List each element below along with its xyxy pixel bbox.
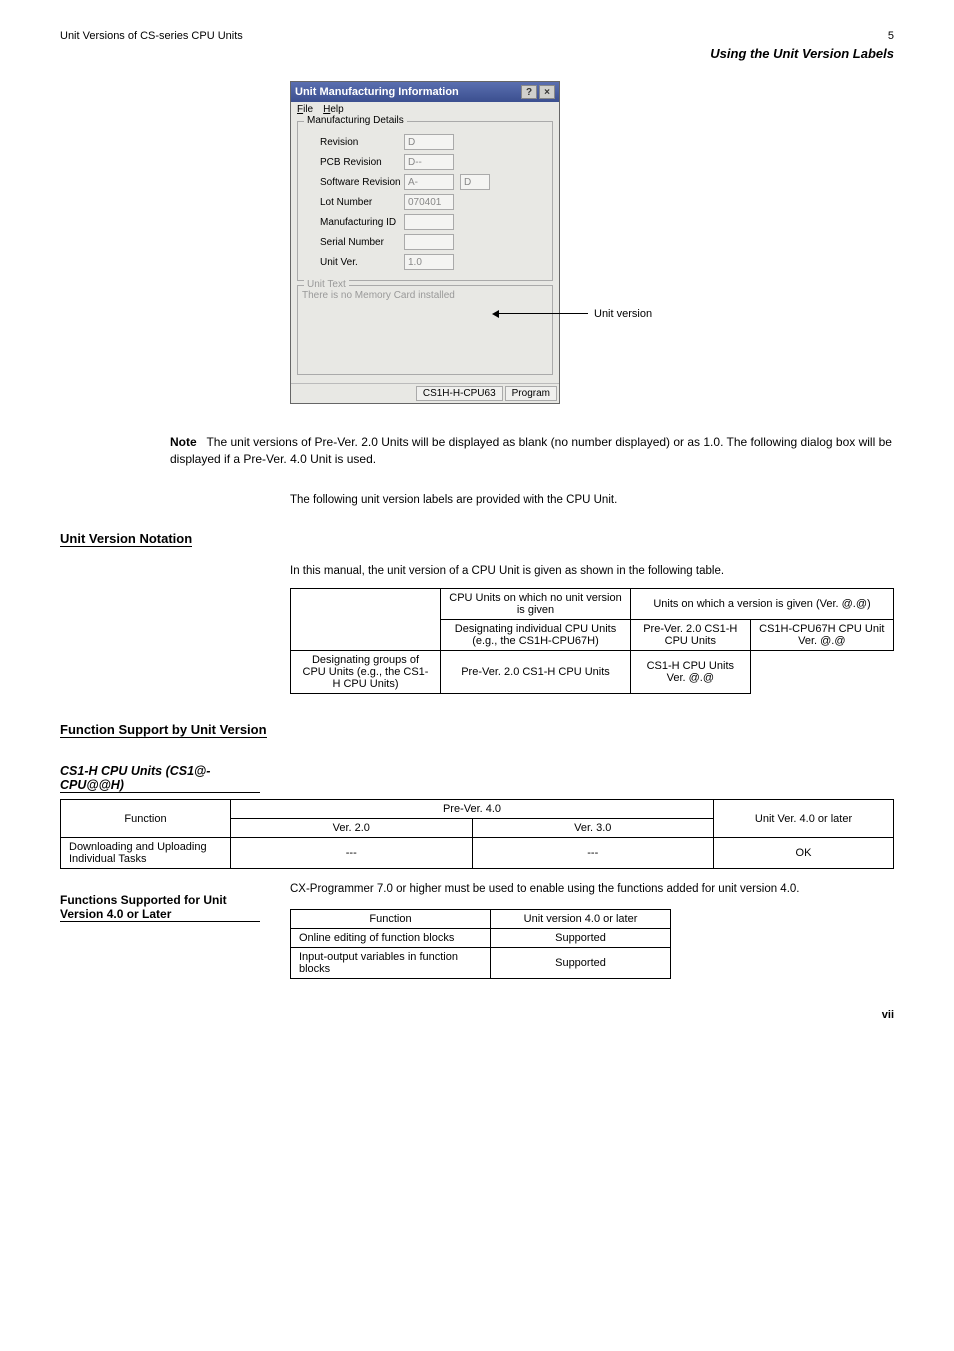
func-text-heading: Functions Supported for Unit Version 4.0… [60, 893, 260, 922]
header-left: Unit Versions of CS-series CPU Units [60, 30, 243, 42]
t2-h-v4: Unit Ver. 4.0 or later [714, 800, 894, 838]
func-sub: CS1-H CPU Units (CS1@-CPU@@H) [60, 764, 260, 793]
group-title-1: Manufacturing Details [304, 115, 407, 126]
notation-text: In this manual, the unit version of a CP… [290, 563, 894, 580]
header-right: 5 [888, 30, 894, 42]
t3-h1: Function [291, 910, 491, 929]
group-manufacturing: Manufacturing Details Revision D PCB Rev… [297, 121, 553, 281]
menu-file[interactable]: File [297, 104, 313, 115]
status-model: CS1H-H-CPU63 [416, 386, 503, 401]
status-mode: Program [505, 386, 557, 401]
input-lot: 070401 [404, 194, 454, 210]
notation-heading: Unit Version Notation [60, 531, 192, 547]
input-sw2: D [460, 174, 490, 190]
label-sw: Software Revision [304, 177, 404, 188]
table-func2: Function Unit version 4.0 or later Onlin… [290, 909, 671, 979]
titlebar: Unit Manufacturing Information ? × [291, 82, 559, 102]
t2-h-func: Function [61, 800, 231, 838]
label-unitver: Unit Ver. [304, 257, 404, 268]
label-revision: Revision [304, 137, 404, 148]
input-serial [404, 234, 454, 250]
t2-r1c: OK [714, 838, 894, 869]
t2-h-v3: Ver. 3.0 [472, 819, 714, 838]
t3-r2b: Supported [491, 948, 671, 979]
group-title-2: Unit Text [304, 279, 349, 290]
statusbar: CS1H-H-CPU63 Program [291, 383, 559, 403]
t2-h-pre4: Pre-Ver. 4.0 [231, 800, 714, 819]
arrow-label: Unit version [594, 308, 652, 320]
group-unit-text: Unit Text There is no Memory Card instal… [297, 285, 553, 375]
arrow-icon [498, 313, 588, 314]
func-text2: CX-Programmer 7.0 or higher must be used… [290, 883, 894, 895]
func-heading: Function Support by Unit Version [60, 722, 267, 738]
t2-r1b: --- [231, 838, 473, 869]
help-icon[interactable]: ? [521, 85, 537, 99]
input-mfg [404, 214, 454, 230]
t2-r1b2: --- [472, 838, 714, 869]
header-sub: Using the Unit Version Labels [60, 46, 894, 61]
table-func1: Function Pre-Ver. 4.0 Unit Ver. 4.0 or l… [60, 799, 894, 869]
input-revision: D [404, 134, 454, 150]
menu-help[interactable]: Help [323, 104, 344, 115]
input-pcb: D-- [404, 154, 454, 170]
dialog-title: Unit Manufacturing Information [295, 86, 459, 98]
t2-h-v2: Ver. 2.0 [231, 819, 473, 838]
label-pcb: PCB Revision [304, 157, 404, 168]
table-notation: CPU Units on which no unit version is gi… [290, 588, 894, 694]
dialog-figure: Unit Manufacturing Information ? × File … [290, 81, 894, 404]
t1-r1c: CS1H-CPU67H CPU Unit Ver. @.@ [750, 620, 893, 651]
table1-wrap: CPU Units on which no unit version is gi… [290, 588, 894, 694]
t3-h2: Unit version 4.0 or later [491, 910, 671, 929]
close-icon[interactable]: × [539, 85, 555, 99]
t1-r2c: CS1-H CPU Units Ver. @.@ [631, 651, 751, 694]
dialog-window: Unit Manufacturing Information ? × File … [290, 81, 560, 404]
labels-text: The following unit version labels are pr… [290, 492, 894, 509]
t2-r1: Downloading and Uploading Individual Tas… [61, 838, 231, 869]
unit-text-content: There is no Memory Card installed [302, 290, 455, 301]
t3-r1b: Supported [491, 929, 671, 948]
t1-h-blank [291, 589, 441, 651]
page-number: vii [60, 1009, 894, 1021]
t3-r2a: Input-output variables in function block… [291, 948, 491, 979]
t1-h2: Units on which a version is given (Ver. … [631, 589, 894, 620]
t1-r2b: Pre-Ver. 2.0 CS1-H CPU Units [441, 651, 631, 694]
t1-r2a: Designating groups of CPU Units (e.g., t… [291, 651, 441, 694]
t1-r1a: Designating individual CPU Units (e.g., … [441, 620, 631, 651]
note-text: The unit versions of Pre-Ver. 2.0 Units … [170, 435, 892, 466]
input-unitver: 1.0 [404, 254, 454, 270]
t1-h1: CPU Units on which no unit version is gi… [441, 589, 631, 620]
input-sw1: A- [404, 174, 454, 190]
t3-r1a: Online editing of function blocks [291, 929, 491, 948]
note-label: Note [170, 435, 197, 449]
t1-r1b: Pre-Ver. 2.0 CS1-H CPU Units [631, 620, 751, 651]
label-lot: Lot Number [304, 197, 404, 208]
label-serial: Serial Number [304, 237, 404, 248]
label-mfg: Manufacturing ID [304, 217, 404, 228]
note-block: Note The unit versions of Pre-Ver. 2.0 U… [170, 434, 894, 468]
